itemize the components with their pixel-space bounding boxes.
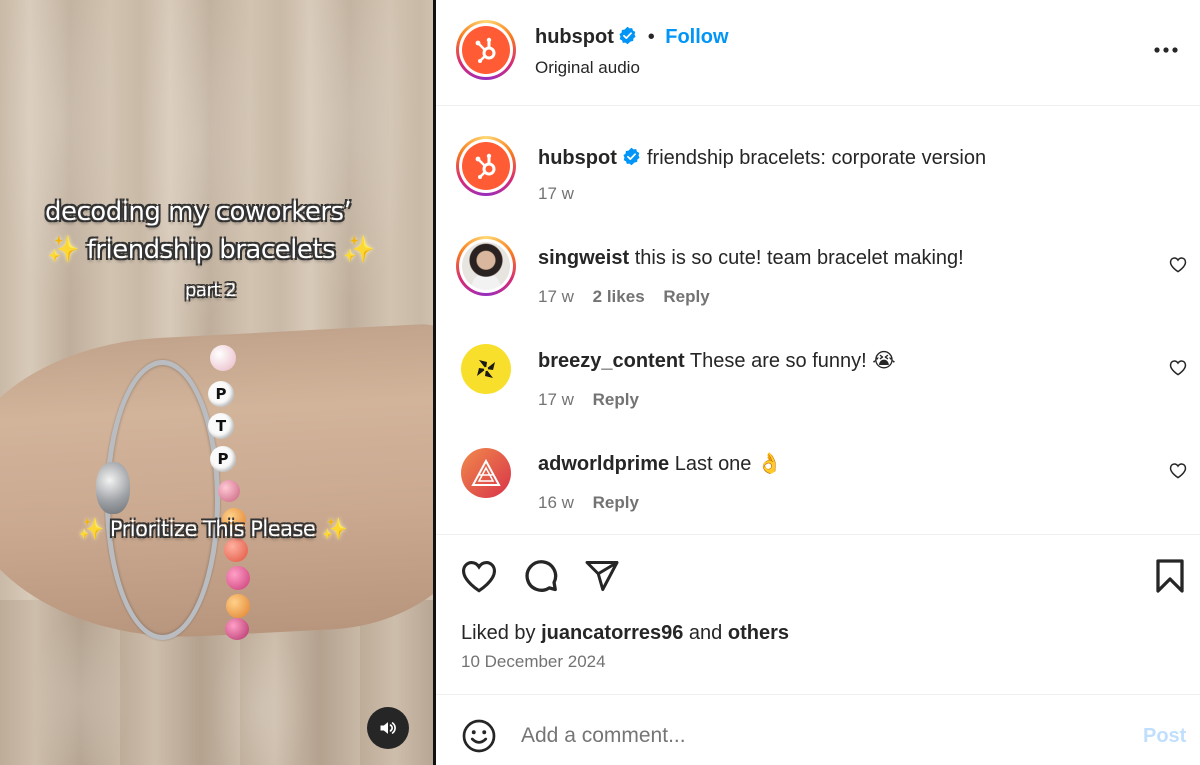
caption-line: hubspot friendship bracelets: corporate …	[538, 146, 986, 170]
overlay-title-line2: ✨ friendship bracelets ✨	[47, 235, 375, 265]
liked-by-prefix: Liked by	[461, 622, 536, 644]
reply-button[interactable]: Reply	[593, 390, 639, 409]
comment-avatar-breezy[interactable]	[461, 344, 511, 394]
bead	[210, 345, 236, 371]
comment-line: breezy_content These are so funny! 😭	[538, 349, 896, 373]
comment-text: Last one	[674, 453, 752, 475]
add-comment-bar: Post	[436, 694, 1200, 765]
hubspot-logo-icon	[462, 142, 510, 190]
pinwheel-logo-icon	[477, 360, 495, 378]
liked-by-and: and	[688, 622, 723, 644]
comment-input[interactable]	[521, 719, 1101, 753]
comment-timestamp[interactable]: 17 w	[538, 390, 574, 409]
verified-badge-icon	[619, 26, 636, 45]
comment-timestamp[interactable]: 17 w	[538, 287, 574, 306]
liked-by-username[interactable]: juancatorres96	[541, 622, 683, 644]
reel-video[interactable]: P T P decoding my coworkers’ ✨ friendshi…	[0, 0, 433, 765]
ok-hand-emoji-icon: 👌	[757, 453, 782, 475]
liked-by-others[interactable]: others	[728, 622, 789, 644]
caption-text: friendship bracelets: corporate version	[647, 147, 987, 169]
reply-button[interactable]: Reply	[593, 493, 639, 512]
comment-username[interactable]: singweist	[538, 247, 629, 269]
hubspot-logo-icon	[462, 26, 510, 74]
triangle-logo-icon	[471, 459, 501, 486]
overlay-caption: ✨ Prioritize This Please ✨	[78, 517, 348, 542]
sparkle-icon: ✨	[321, 517, 348, 541]
comment-timestamp[interactable]: 16 w	[538, 493, 574, 512]
more-options-icon[interactable]	[1153, 46, 1179, 54]
comment-avatar-singweist[interactable]	[456, 236, 516, 296]
post-actions-section: Liked by juancatorres96 and others 10 De…	[436, 534, 1200, 694]
overlay-title-line1: decoding my coworkers’	[45, 197, 352, 227]
follow-button[interactable]: Follow	[665, 26, 728, 48]
post-date[interactable]: 10 December 2024	[461, 652, 606, 672]
header-title-row: hubspot • Follow	[535, 26, 729, 49]
comment-line: singweist this is so cute! team bracelet…	[538, 246, 964, 270]
letter-bead: P	[208, 381, 234, 407]
comment-username[interactable]: breezy_content	[538, 350, 685, 372]
comment-meta: 17 w Reply	[538, 390, 639, 410]
author-avatar[interactable]	[456, 20, 516, 80]
post-header: hubspot • Follow Original audio	[436, 0, 1200, 106]
like-heart-icon[interactable]	[460, 559, 498, 593]
sparkle-icon: ✨	[342, 235, 375, 265]
letter-bead: P	[210, 446, 236, 472]
comment-text: These are so funny!	[689, 350, 867, 372]
crying-emoji-icon: 😭	[872, 350, 896, 372]
letter-bead: T	[208, 413, 234, 439]
comment-like-heart-icon[interactable]	[1169, 359, 1187, 376]
emoji-picker-icon[interactable]	[461, 718, 497, 754]
comment-meta: 17 w 2 likes Reply	[538, 287, 710, 307]
comment-like-heart-icon[interactable]	[1169, 256, 1187, 273]
caption-avatar[interactable]	[456, 136, 516, 196]
overlay-caption-text: Prioritize This Please	[109, 517, 316, 541]
sparkle-icon: ✨	[78, 517, 104, 541]
bead	[218, 480, 240, 502]
author-username[interactable]: hubspot	[535, 26, 614, 48]
bead	[226, 566, 250, 590]
comment-meta: 16 w Reply	[538, 493, 639, 513]
comment-line: adworldprime Last one 👌	[538, 452, 782, 476]
reply-button[interactable]: Reply	[663, 287, 709, 306]
audio-toggle-button[interactable]	[367, 707, 409, 749]
comment-like-heart-icon[interactable]	[1169, 462, 1187, 479]
post-comment-button[interactable]: Post	[1143, 725, 1186, 748]
comment-username[interactable]: adworldprime	[538, 453, 669, 475]
share-paper-plane-icon[interactable]	[584, 558, 620, 594]
bead	[226, 594, 250, 618]
caption-timestamp[interactable]: 17 w	[538, 184, 574, 204]
speaker-icon	[380, 722, 396, 734]
liked-by-line: Liked by juancatorres96 and others	[461, 622, 789, 645]
save-bookmark-icon[interactable]	[1154, 558, 1186, 594]
audio-label[interactable]: Original audio	[535, 58, 640, 78]
caption-username[interactable]: hubspot	[538, 147, 617, 169]
overlay-part-label: part 2	[185, 280, 237, 301]
comment-likes[interactable]: 2 likes	[593, 287, 645, 306]
bead	[225, 618, 249, 640]
header-separator-dot: •	[647, 26, 655, 48]
user-photo	[462, 242, 510, 290]
sparkle-icon: ✨	[47, 235, 79, 265]
post-panel: hubspot • Follow Original audio hubspot …	[436, 0, 1200, 765]
comment-avatar-adworldprime[interactable]	[461, 448, 511, 498]
comment-text: this is so cute! team bracelet making!	[634, 247, 964, 269]
overlay-title-line2-text: friendship bracelets	[86, 235, 336, 265]
comment-bubble-icon[interactable]	[523, 558, 559, 594]
verified-badge-icon	[623, 147, 640, 166]
bangle-charm	[96, 462, 130, 514]
